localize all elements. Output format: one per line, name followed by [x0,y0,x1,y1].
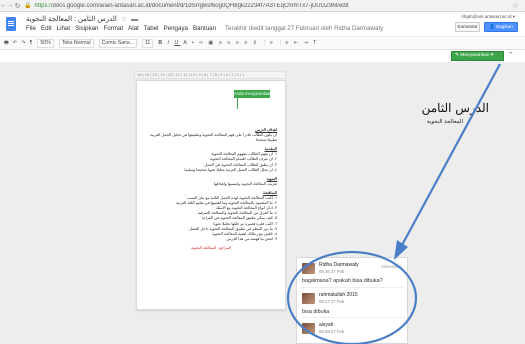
user-email[interactable]: rifqah@ain-antasari.ac.id ▾ [461,14,515,20]
menu-file[interactable]: File [26,25,36,32]
menu-table[interactable]: Tabel [144,25,159,32]
menu-format[interactable]: Format [103,25,123,32]
zoom-select[interactable]: 50% [37,38,54,48]
comment-time: 08:46 27 Feb [319,269,345,274]
style-select[interactable]: Teks Normal [58,38,94,48]
comment-text: bagaimana? apakah bisa dibuka? [302,278,383,284]
collaborator-cursor [237,97,238,109]
formatting-toolbar: 🖶 ↶ ↷ ¶ 50% Teks Normal Comic Sans... 11… [0,36,525,50]
docs-window: ← → ↻ 🔒 https://docs.google.com/a/ain-an… [0,0,525,344]
menu-bar: File Edit Lihat Sisipkan Format Alat Tab… [26,25,383,32]
resolve-button[interactable]: Selesaikan [381,264,402,269]
avatar [302,263,315,274]
menu-addons[interactable]: Pengaya [164,25,188,32]
font-size-select[interactable]: 11 [141,38,154,48]
comments-button[interactable]: Komentar [455,22,480,32]
avatar [302,323,315,334]
forward-icon[interactable]: → [7,2,14,9]
star-icon[interactable]: ☆ [121,16,127,23]
redo-icon[interactable]: ↷ [21,40,25,46]
suggesting-mode-button[interactable]: ✎ Menyarankan ▾ [451,51,504,61]
document-line[interactable]: المراجع : المعالجة النحوية [145,246,277,251]
comment-text: bisa dibuka [302,309,330,315]
menu-tools[interactable]: Alat [128,25,139,32]
comment-author: Ridha Darmawaty [319,262,359,268]
text-format-icons[interactable]: B I U A ▪ ∞ ▣ ≡ ≡ ≡ ≡ ⇕ ⋮≡ ⋮≡ ⇤ ⇥ T [158,40,318,46]
ruler[interactable]: 18 | 16 | 15 | 14 | 13 | 12 | 11 | 10 | … [134,71,286,79]
folder-icon[interactable]: ▬ [131,16,138,23]
suggesting-cursor-tag: Anda menyarankan [234,90,271,98]
comment-divider [302,317,404,318]
font-select[interactable]: Comic Sans... [98,38,137,48]
last-edit-text[interactable]: Terakhir diedit tanggal 27 Februari oleh… [225,25,383,32]
collapse-menu-icon[interactable]: ⌃ [508,51,514,59]
document-body[interactable]: أهداف الدرس أن يكون الطالب قادرا على فهم … [145,128,277,251]
comment-time: 08:47 27 Feb [319,299,345,304]
comments-panel: Ridha Darmawaty 08:46 27 Feb Selesaikan … [296,257,408,344]
url-text[interactable]: https://docs.google.com/a/ain-antasari.a… [34,3,474,9]
comment-divider [302,287,404,288]
back-icon[interactable]: ← [0,2,7,9]
comment-time: 08:48 27 Feb [319,329,345,334]
paint-format-icon[interactable]: ¶ [30,40,33,46]
bookmark-star-icon[interactable]: ☆ [512,1,519,10]
undo-icon[interactable]: ↶ [13,40,17,46]
menu-edit[interactable]: Edit [41,25,52,32]
avatar [302,293,315,304]
lock-icon: 🔒 [24,3,32,9]
menu-view[interactable]: Lihat [57,25,70,32]
share-button[interactable]: 👤 Bagikan [484,22,518,32]
comment-author: aisyah [319,322,334,328]
document-subheading[interactable]: المعالجة النحوية [427,119,463,125]
browser-address-bar[interactable]: ← → ↻ 🔒 https://docs.google.com/a/ain-an… [0,0,525,12]
document-heading[interactable]: الدرس الثامن [422,101,489,115]
menu-help[interactable]: Bantuan [193,25,216,32]
doc-title[interactable]: الدرس الثامن : المعالجة النحوية ☆ ▬ [26,15,138,23]
comment-author: rahmatullah 2015 [319,292,358,298]
reload-icon[interactable]: ↻ [14,2,21,10]
menu-insert[interactable]: Sisipkan [75,25,98,32]
print-icon[interactable]: 🖶 [4,39,9,48]
docs-logo-icon[interactable] [6,17,16,31]
